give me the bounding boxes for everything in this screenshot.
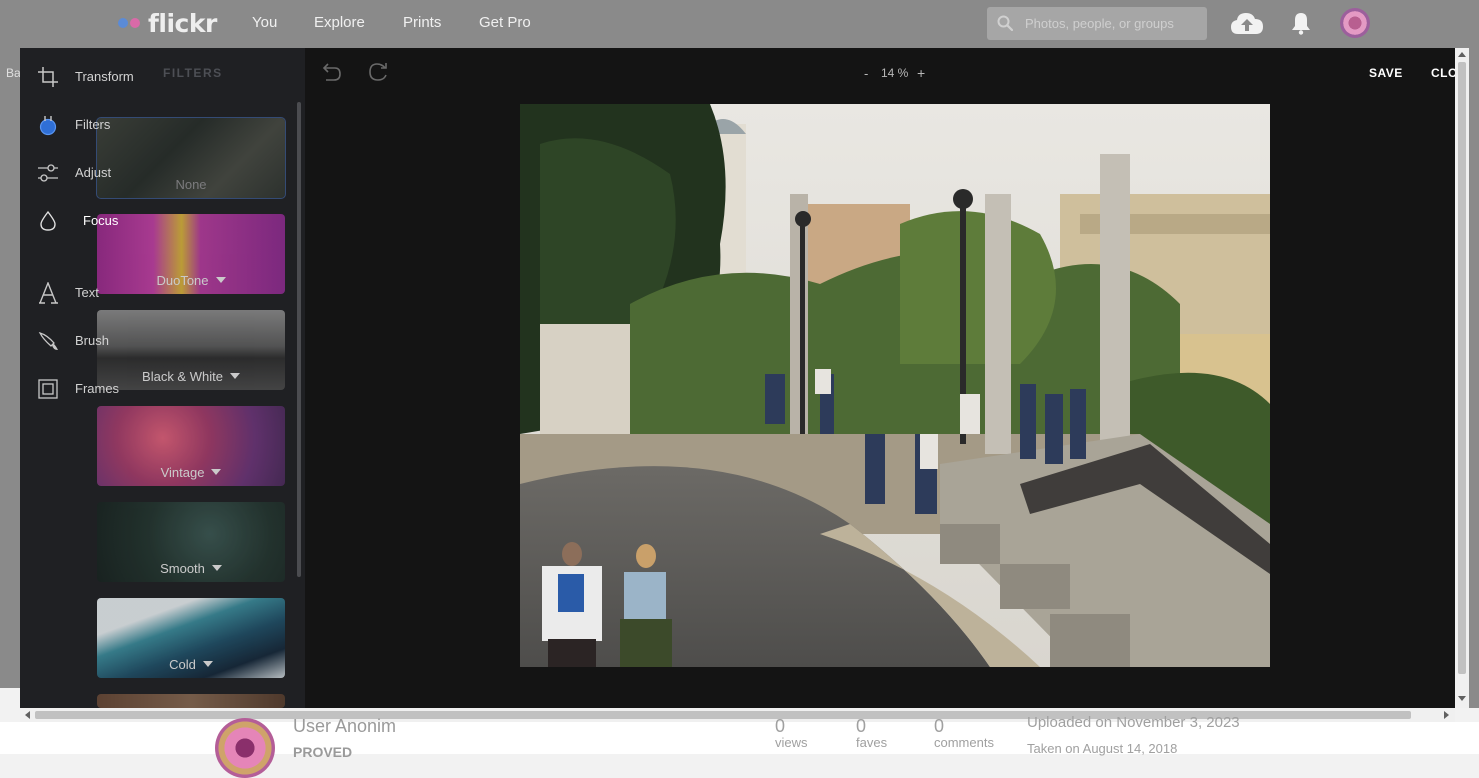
focus-icon <box>40 210 56 231</box>
tool-focus-label: Focus <box>83 213 119 228</box>
user-avatar[interactable] <box>1340 8 1370 38</box>
close-button[interactable]: CLO <box>1431 66 1458 80</box>
tool-adjust-label: Adjust <box>75 165 112 180</box>
search-input[interactable] <box>1025 7 1200 40</box>
back-link-partial[interactable]: Ba <box>6 66 21 80</box>
vintage-dropdown-caret[interactable] <box>211 469 222 475</box>
tool-text[interactable]: Text <box>20 278 100 308</box>
search-box[interactable] <box>987 7 1207 40</box>
filter-label-vintage: Vintage <box>97 465 285 480</box>
owner-avatar[interactable] <box>215 718 275 778</box>
tool-transform-label: Transform <box>75 69 134 84</box>
notifications-bell-icon[interactable] <box>1290 11 1312 35</box>
save-button[interactable]: SAVE <box>1369 66 1403 80</box>
zoom-level: 14 % <box>881 66 909 80</box>
vertical-scrollbar-thumb[interactable] <box>1458 62 1466 674</box>
filters-icon <box>39 116 57 136</box>
frames-icon <box>38 379 58 399</box>
transform-icon <box>38 67 58 87</box>
views-label: views <box>775 735 808 750</box>
views-count: 0 <box>775 716 786 736</box>
tool-brush[interactable]: Brush <box>20 326 109 356</box>
tool-frames[interactable]: Frames <box>20 374 119 404</box>
brush-icon <box>38 331 58 350</box>
logo-blue-dot <box>118 18 128 28</box>
top-navigation: flickr You Explore Prints Get Pro <box>0 0 1479 48</box>
filter-label-duotone: DuoTone <box>97 273 285 288</box>
filter-thumb-smooth[interactable]: Smooth <box>97 502 285 582</box>
zoom-out-button[interactable]: - <box>864 66 868 81</box>
faves-count: 0 <box>856 716 867 736</box>
photo-editor: FILTERS None DuoTone Black & White Vinta… <box>20 48 1458 708</box>
tool-frames-label: Frames <box>75 381 120 396</box>
undo-icon[interactable] <box>320 62 342 82</box>
filter-thumb-duotone[interactable]: DuoTone <box>97 214 285 294</box>
nav-link-you[interactable]: You <box>252 14 277 31</box>
filter-thumb-next[interactable] <box>97 694 285 708</box>
logo-text: flickr <box>148 8 217 38</box>
text-icon <box>39 282 58 304</box>
tool-filters-label: Filters <box>75 117 111 132</box>
tool-transform[interactable]: Transform <box>20 62 134 92</box>
owner-name[interactable]: User Anonim <box>293 716 396 737</box>
zoom-in-button[interactable]: + <box>917 65 925 81</box>
filter-thumb-none[interactable]: None <box>96 117 286 199</box>
scroll-down-arrow-icon[interactable] <box>1458 696 1466 701</box>
duotone-dropdown-caret[interactable] <box>215 277 226 283</box>
photo-canvas[interactable] <box>520 104 1270 667</box>
cold-dropdown-caret[interactable] <box>202 661 213 667</box>
tool-adjust[interactable]: Adjust <box>20 158 111 188</box>
adjust-icon <box>38 164 58 182</box>
owner-pro-badge: PROVED <box>293 744 353 760</box>
nav-link-explore[interactable]: Explore <box>314 14 365 31</box>
nav-link-get-pro[interactable]: Get Pro <box>479 14 531 31</box>
black-white-dropdown-caret[interactable] <box>229 373 240 379</box>
filter-label-none: None <box>175 177 207 192</box>
comments-count: 0 <box>934 716 945 736</box>
tool-brush-label: Brush <box>75 333 109 348</box>
scroll-up-arrow-icon[interactable] <box>1458 52 1466 57</box>
scroll-right-arrow-icon[interactable] <box>1444 711 1449 719</box>
upload-cloud-icon[interactable] <box>1230 10 1264 36</box>
filter-thumb-black-white[interactable]: Black & White <box>97 310 285 390</box>
tool-filters[interactable]: Filters <box>20 110 110 140</box>
filter-thumb-vintage[interactable]: Vintage <box>97 406 285 486</box>
tool-focus[interactable]: Focus <box>20 206 118 236</box>
uploaded-date: Uploaded on November 3, 2023 <box>1027 714 1240 731</box>
filter-label-cold: Cold <box>97 657 285 672</box>
faves-label: faves <box>856 735 888 750</box>
filter-thumb-cold[interactable]: Cold <box>97 598 285 678</box>
logo-pink-dot <box>130 18 140 28</box>
editor-sidebar: FILTERS None DuoTone Black & White Vinta… <box>20 48 305 708</box>
filters-scroll-thumb[interactable] <box>297 102 301 577</box>
scroll-left-arrow-icon[interactable] <box>25 711 30 719</box>
page-background-left <box>0 48 20 688</box>
redo-icon[interactable] <box>368 62 390 82</box>
filters-panel-title: FILTERS <box>163 66 223 80</box>
nav-link-prints[interactable]: Prints <box>403 14 441 31</box>
flickr-logo[interactable]: flickr <box>118 8 217 38</box>
search-icon <box>997 15 1013 31</box>
filter-label-smooth: Smooth <box>97 561 285 576</box>
tool-text-label: Text <box>75 285 99 300</box>
comments-label: comments <box>934 735 994 750</box>
filter-label-black-white: Black & White <box>97 369 285 384</box>
smooth-dropdown-caret[interactable] <box>211 565 222 571</box>
